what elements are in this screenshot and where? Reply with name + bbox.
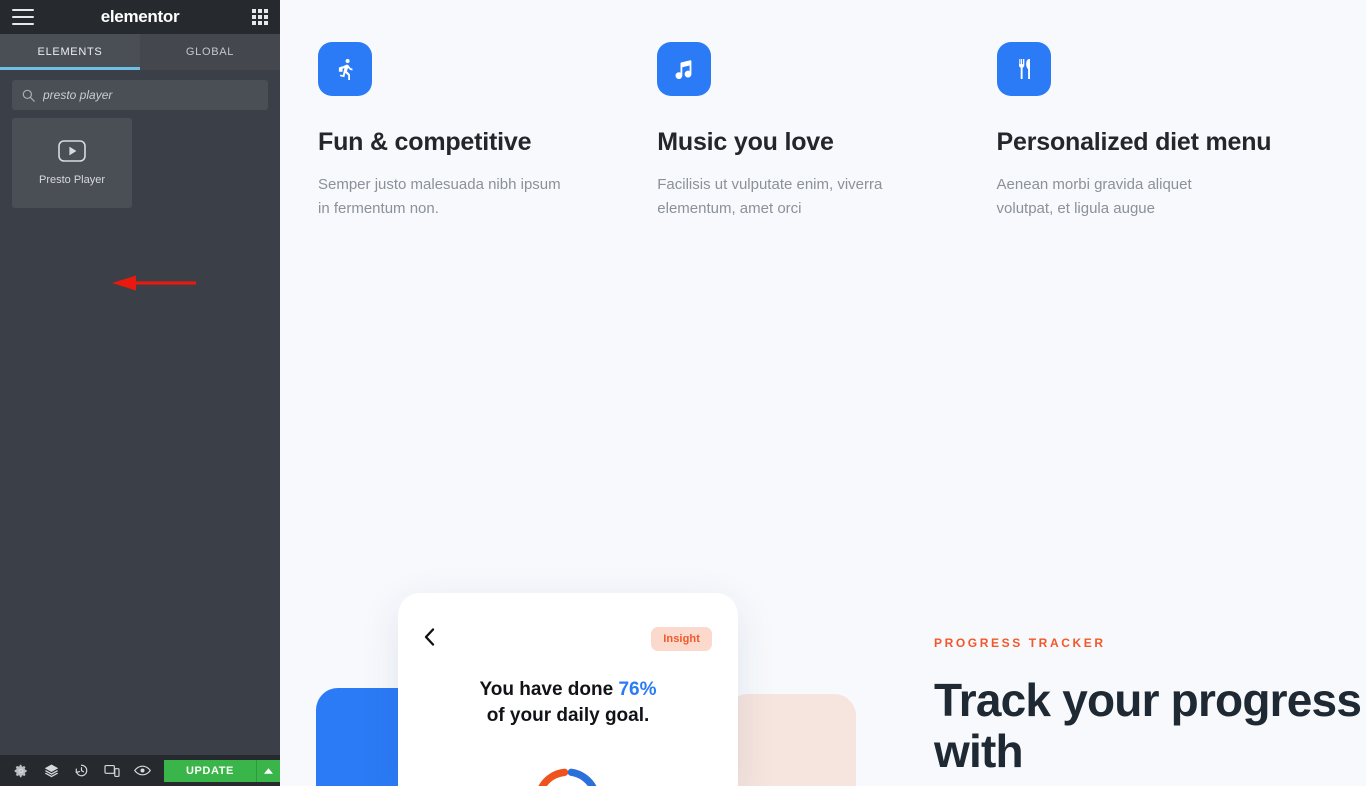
feature-title: Music you love (657, 128, 834, 156)
feature-card[interactable]: Personalized diet menu Aenean morbi grav… (996, 42, 1328, 222)
widget-presto-player-label: Presto Player (38, 174, 106, 186)
elementor-editor: elementor ELEMENTS GLOBAL presto player … (0, 0, 1366, 786)
tab-elements-label: ELEMENTS (37, 46, 103, 58)
tab-global[interactable]: GLOBAL (140, 34, 280, 70)
feature-cards-row: Fun & competitive Semper justo malesuada… (280, 0, 1366, 222)
update-button-group: UPDATE (163, 759, 280, 782)
feature-description: Semper justo malesuada nibh ipsum in fer… (318, 175, 561, 218)
phone-headline: You have done 76% of your daily goal. (398, 677, 738, 729)
preview-eye-icon[interactable] (128, 755, 158, 786)
red-arrow-annotation (112, 275, 196, 291)
feature-title: Personalized diet menu (996, 128, 1272, 156)
phone-mockup-card: Insight You have done 76% of your daily … (398, 593, 738, 786)
fork-knife-icon (996, 42, 1051, 96)
progress-ring (538, 768, 597, 786)
page-canvas: Fun & competitive Semper justo malesuada… (280, 0, 1366, 786)
phone-headline-suffix: of your daily goal. (486, 705, 650, 727)
chevron-left-icon[interactable] (424, 627, 435, 651)
update-button[interactable]: UPDATE (163, 759, 256, 782)
progress-tracker-section: Insight You have done 76% of your daily … (280, 575, 1366, 786)
feature-title: Fun & competitive (318, 128, 532, 156)
search-box[interactable] (12, 80, 268, 110)
panel-header: elementor (0, 0, 280, 34)
search-container (0, 70, 280, 118)
phone-headline-prefix: You have done (479, 679, 619, 700)
running-person-icon (318, 42, 372, 96)
hamburger-icon[interactable] (12, 9, 34, 25)
feature-description: Facilisis ut vulputate enim, viverra ele… (657, 175, 883, 218)
elementor-logo-text: elementor (100, 7, 180, 26)
apps-grid-icon[interactable] (252, 9, 268, 25)
panel-tabs: ELEMENTS GLOBAL (0, 34, 280, 70)
tab-global-label: GLOBAL (185, 46, 235, 58)
caret-up-icon[interactable] (255, 759, 280, 782)
search-icon (22, 89, 35, 102)
search-input[interactable] (43, 88, 258, 102)
editor-panel: elementor ELEMENTS GLOBAL presto player … (0, 0, 280, 786)
widget-list: Presto Player (0, 118, 280, 291)
tracker-copy: PROGRESS TRACKER Track your progress wit… (934, 636, 1366, 776)
section-title: Track your progress with (934, 674, 1362, 777)
insight-badge: Insight (651, 627, 712, 651)
section-eyebrow: PROGRESS TRACKER (934, 636, 1106, 650)
video-play-icon (58, 140, 86, 162)
phone-headline-percent: 76% (618, 679, 657, 700)
feature-description: Aenean morbi gravida aliquet volutpat, e… (996, 175, 1192, 218)
navigator-layers-icon[interactable] (36, 755, 66, 786)
widget-presto-player[interactable]: Presto Player (12, 118, 132, 208)
panel-footer: UPDATE (0, 755, 280, 786)
phone-card-topbar: Insight (398, 593, 738, 651)
responsive-mode-icon[interactable] (97, 755, 127, 786)
history-clock-icon[interactable] (67, 755, 97, 786)
feature-card[interactable]: Fun & competitive Semper justo malesuada… (318, 42, 657, 222)
tab-elements[interactable]: ELEMENTS (0, 34, 140, 70)
settings-gear-icon[interactable] (6, 755, 36, 786)
feature-card[interactable]: Music you love Facilisis ut vulputate en… (657, 42, 996, 222)
decorative-peach-shape (726, 694, 856, 786)
music-note-icon (657, 42, 712, 96)
